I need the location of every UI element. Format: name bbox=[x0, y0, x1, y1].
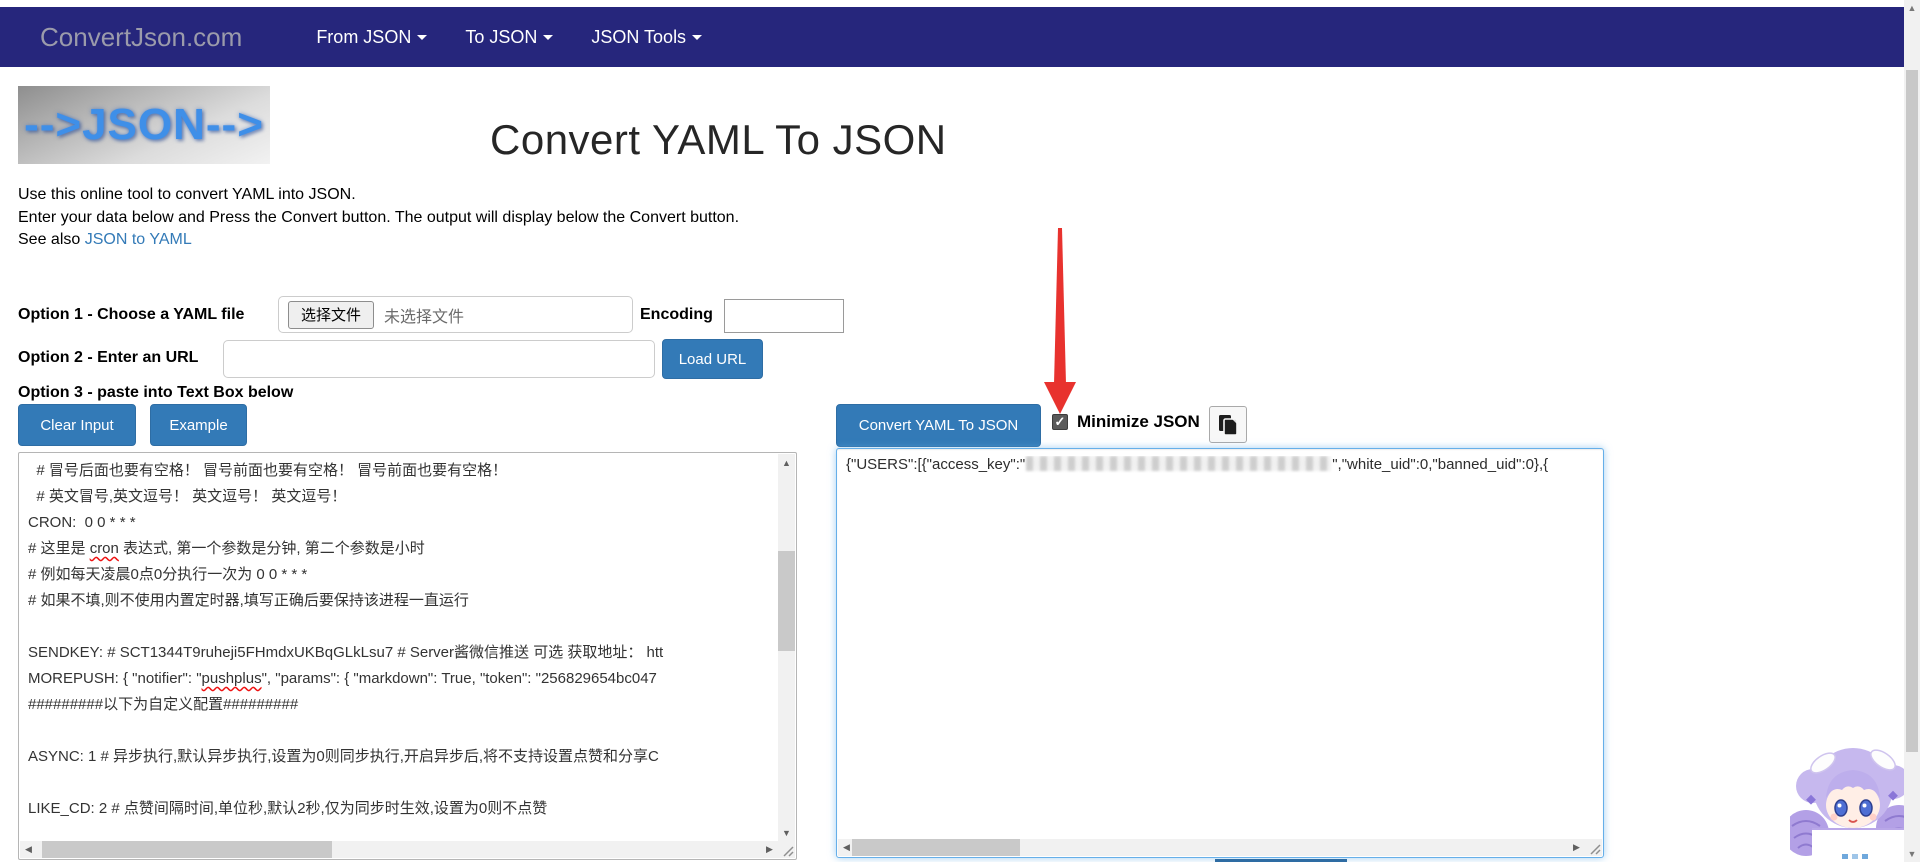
load-url-button[interactable]: Load URL bbox=[662, 339, 763, 379]
encoding-label: Encoding bbox=[640, 306, 713, 323]
resize-grip[interactable] bbox=[1585, 839, 1602, 856]
red-arrow-annotation bbox=[1044, 228, 1076, 414]
json-output-textarea[interactable]: {"USERS":[{"access_key":" ","white_uid":0… bbox=[836, 448, 1604, 858]
nav-item-to-json[interactable]: To JSON bbox=[465, 27, 554, 48]
nav-item-json-tools[interactable]: JSON Tools bbox=[591, 27, 703, 48]
json-output-prefix: {"USERS":[{"access_key":" bbox=[846, 456, 1026, 473]
file-input[interactable]: 选择文件 未选择文件 bbox=[278, 296, 633, 333]
scroll-down-arrow-icon[interactable]: ▼ bbox=[778, 824, 795, 841]
convert-yaml-page: ConvertJson.com From JSON To JSON JSON T… bbox=[0, 0, 1920, 862]
file-status-text: 未选择文件 bbox=[384, 308, 465, 326]
json-logo-image: -->JSON--> bbox=[18, 86, 270, 164]
anime-mascot-avatar bbox=[1790, 748, 1914, 862]
nav-menu: From JSON To JSON JSON Tools bbox=[278, 27, 703, 48]
resize-grip[interactable] bbox=[778, 841, 795, 858]
intro-line-2: Enter your data below and Press the Conv… bbox=[18, 208, 740, 226]
json-output-suffix: ","white_uid":0,"banned_uid":0},{ bbox=[1332, 456, 1549, 473]
copy-result-button[interactable] bbox=[1209, 406, 1247, 443]
brand-link[interactable]: ConvertJson.com bbox=[40, 22, 242, 53]
yaml-input-textarea[interactable]: # 冒号后面也要有空格！ 冒号前面也要有空格！ 冒号前面也要有空格！ # 英文冒… bbox=[18, 452, 797, 860]
scroll-up-arrow-icon[interactable]: ▲ bbox=[1904, 0, 1920, 16]
option3-label: Option 3 - paste into Text Box below bbox=[18, 384, 294, 401]
json-output-line: {"USERS":[{"access_key":" ","white_uid":0… bbox=[846, 456, 1583, 473]
yaml-hscrollbar[interactable]: ◀ ▶ bbox=[20, 841, 778, 858]
page-title: Convert YAML To JSON bbox=[490, 116, 947, 163]
minimize-json-label: Minimize JSON bbox=[1077, 412, 1200, 431]
convert-button[interactable]: Convert YAML To JSON bbox=[836, 404, 1041, 447]
url-input[interactable] bbox=[223, 340, 655, 378]
scroll-down-arrow-icon[interactable]: ▼ bbox=[1904, 846, 1920, 862]
chevron-down-icon bbox=[543, 34, 554, 40]
option2-label: Option 2 - Enter an URL bbox=[18, 349, 199, 366]
intro-line-1: Use this online tool to convert YAML int… bbox=[18, 186, 356, 203]
scroll-right-arrow-icon[interactable]: ▶ bbox=[761, 841, 778, 858]
chevron-down-icon bbox=[692, 34, 703, 40]
encoding-input[interactable] bbox=[724, 299, 844, 333]
choose-file-button[interactable]: 选择文件 bbox=[288, 300, 375, 329]
chevron-down-icon bbox=[417, 34, 428, 40]
yaml-vscroll-thumb[interactable] bbox=[778, 551, 795, 651]
yaml-vscrollbar[interactable]: ▲ ▼ bbox=[778, 454, 795, 841]
json-hscroll-thumb[interactable] bbox=[852, 839, 1020, 856]
yaml-input-content: # 冒号后面也要有空格！ 冒号前面也要有空格！ 冒号前面也要有空格！ # 英文冒… bbox=[28, 462, 664, 817]
nav-item-from-json[interactable]: From JSON bbox=[316, 27, 428, 48]
minimize-json-checkbox[interactable] bbox=[1052, 414, 1068, 430]
option1-label: Option 1 - Choose a YAML file bbox=[18, 306, 245, 323]
intro-line-3: See also JSON to YAML bbox=[18, 231, 192, 248]
intro-text: Use this online tool to convert YAML int… bbox=[18, 184, 739, 252]
copy-icon bbox=[1219, 414, 1238, 436]
yaml-hscroll-thumb[interactable] bbox=[42, 841, 332, 858]
scroll-up-arrow-icon[interactable]: ▲ bbox=[778, 454, 795, 471]
scroll-left-arrow-icon[interactable]: ◀ bbox=[20, 841, 37, 858]
censored-access-key bbox=[1026, 456, 1332, 471]
browser-scroll-thumb[interactable] bbox=[1906, 70, 1918, 752]
clear-input-button[interactable]: Clear Input bbox=[18, 404, 136, 446]
scroll-right-arrow-icon[interactable]: ▶ bbox=[1568, 839, 1585, 856]
top-navbar: ConvertJson.com From JSON To JSON JSON T… bbox=[0, 7, 1904, 67]
json-hscrollbar[interactable]: ◀ ▶ bbox=[838, 839, 1585, 856]
example-button[interactable]: Example bbox=[150, 404, 247, 446]
browser-scrollbar[interactable]: ▲ ▼ bbox=[1904, 0, 1920, 862]
json-to-yaml-link[interactable]: JSON to YAML bbox=[85, 231, 192, 248]
